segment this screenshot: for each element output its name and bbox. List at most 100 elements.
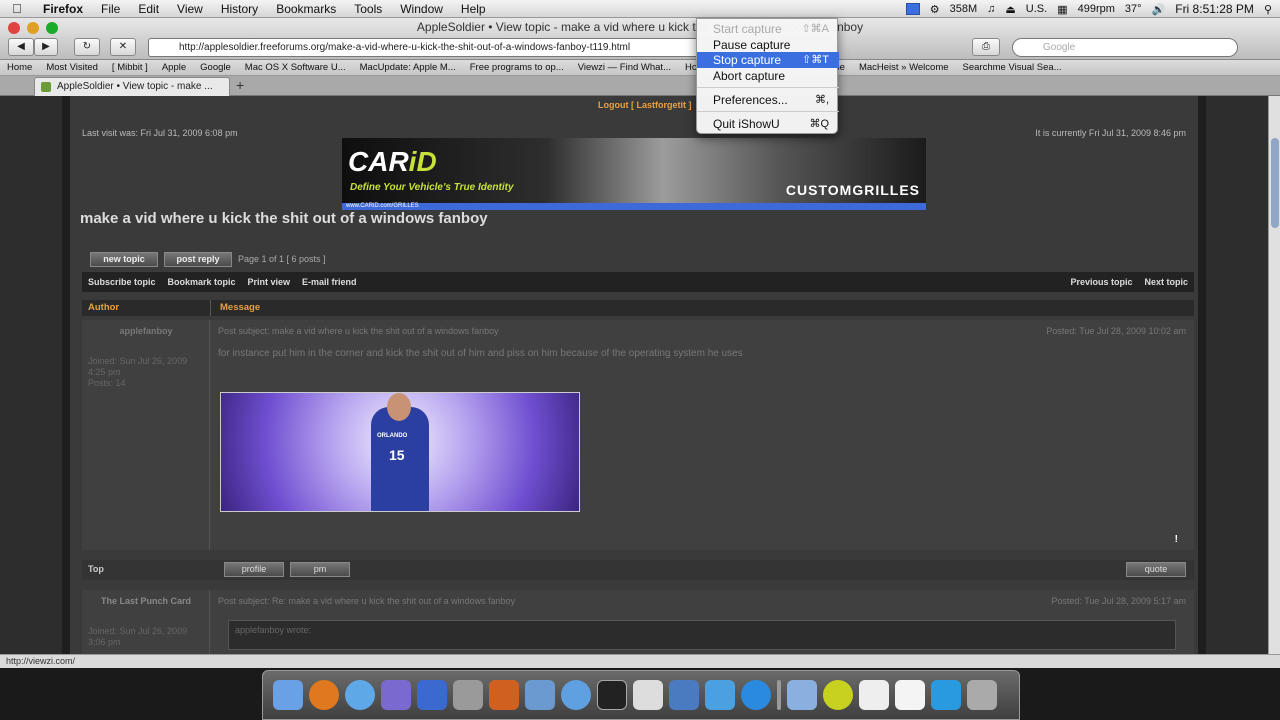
gear-icon[interactable]: ⚙	[930, 3, 940, 16]
reload-button[interactable]: ↻	[74, 38, 100, 56]
logout-link[interactable]: Logout [ Lastforgetit ]	[598, 100, 691, 110]
garageband-icon[interactable]	[489, 680, 519, 710]
menu-edit[interactable]: Edit	[129, 2, 168, 16]
post-author[interactable]: The Last Punch Card	[82, 596, 210, 606]
bookmark-macheist[interactable]: MacHeist » Welcome	[852, 62, 956, 73]
headphones-icon[interactable]: ♫	[987, 3, 995, 15]
post-reply-button[interactable]: post reply	[164, 252, 232, 267]
terminal-icon[interactable]	[597, 680, 627, 710]
vertical-scrollbar[interactable]	[1268, 96, 1280, 654]
chat-icon[interactable]	[823, 680, 853, 710]
back-button[interactable]: ◀	[8, 38, 34, 56]
author-column-header: Author	[88, 302, 120, 313]
ishowu-menu: Start capture ⇧⌘A Pause capture Stop capt…	[696, 18, 839, 134]
preview-icon[interactable]	[633, 680, 663, 710]
trash-icon[interactable]	[967, 680, 997, 710]
abort-capture-item[interactable]: Abort capture	[697, 68, 839, 84]
safari-icon[interactable]	[345, 680, 375, 710]
bookmark-topic-link[interactable]: Bookmark topic	[162, 277, 242, 287]
menu-help[interactable]: Help	[452, 2, 495, 16]
post-subject: Post subject: make a vid where u kick th…	[218, 326, 499, 336]
spotlight-icon[interactable]: ⚲	[1264, 3, 1272, 16]
downloads-icon[interactable]	[705, 680, 735, 710]
joined-date: Joined: Sun Jul 26, 2009 4:25 pm	[88, 356, 188, 377]
previous-topic-link[interactable]: Previous topic	[1064, 277, 1138, 287]
browser-status-bar: http://viewzi.com/	[0, 654, 1280, 668]
imovie-icon[interactable]	[417, 680, 447, 710]
input-region[interactable]: U.S.	[1026, 3, 1047, 15]
new-tab-icon[interactable]: +	[236, 77, 244, 93]
bookmark-mibbit[interactable]: [ Mibbit ]	[105, 62, 155, 73]
menu-clock[interactable]: Fri 8:51:28 PM	[1175, 2, 1254, 16]
menu-window[interactable]: Window	[391, 2, 452, 16]
finder-icon[interactable]	[273, 680, 303, 710]
file-icon[interactable]	[859, 680, 889, 710]
firefox-icon[interactable]	[309, 680, 339, 710]
pause-capture-item[interactable]: Pause capture	[697, 37, 839, 53]
bookmark-home[interactable]: Home	[0, 62, 39, 73]
bookmark-google[interactable]: Google	[193, 62, 238, 73]
pm-button[interactable]: pm	[290, 562, 350, 577]
ishowu-menu-icon[interactable]	[905, 3, 920, 15]
temperature[interactable]: 37°	[1125, 3, 1142, 15]
print-button[interactable]: ⎙	[972, 38, 1000, 56]
scroll-thumb[interactable]	[1271, 138, 1279, 228]
report-post-icon[interactable]: !	[1175, 534, 1178, 545]
stop-capture-item[interactable]: Stop capture ⇧⌘T	[697, 52, 839, 68]
fan-speed[interactable]: 499rpm	[1078, 3, 1115, 15]
post-count: Posts: 14	[88, 378, 126, 388]
forward-button[interactable]: ▶	[34, 38, 58, 56]
search-input[interactable]: Google	[1012, 38, 1238, 57]
url-bar[interactable]: http://applesoldier.freeforums.org/make-…	[148, 38, 704, 57]
profile-button[interactable]: profile	[224, 562, 284, 577]
menu-view[interactable]: View	[168, 2, 212, 16]
ad-banner[interactable]: CARiD Define Your Vehicle's True Identit…	[342, 138, 926, 210]
quit-ishowu-item[interactable]: Quit iShowU ⌘Q	[697, 116, 839, 132]
bookmark-macupdate[interactable]: MacUpdate: Apple M...	[353, 62, 463, 73]
document-icon[interactable]	[895, 680, 925, 710]
subscribe-topic-link[interactable]: Subscribe topic	[82, 277, 162, 287]
folder-icon[interactable]	[525, 680, 555, 710]
bookmark-searchme[interactable]: Searchme Visual Sea...	[956, 62, 1069, 73]
preferences-item[interactable]: Preferences... ⌘,	[697, 92, 839, 108]
quicktime-icon[interactable]	[741, 680, 771, 710]
post-date: Posted: Tue Jul 28, 2009 10:02 am	[1046, 326, 1186, 336]
topic-title[interactable]: make a vid where u kick the shit out of …	[80, 210, 488, 227]
start-capture-item[interactable]: Start capture ⇧⌘A	[697, 21, 839, 37]
apple-menu-icon[interactable]: 	[0, 1, 34, 16]
menu-bar:  Firefox File Edit View History Bookmar…	[0, 0, 1280, 18]
bookmark-mac-os-x-software[interactable]: Mac OS X Software U...	[238, 62, 353, 73]
next-topic-link[interactable]: Next topic	[1138, 277, 1194, 287]
top-link[interactable]: Top	[88, 564, 104, 574]
bookmark-viewzi[interactable]: Viewzi — Find What...	[571, 62, 678, 73]
documents-icon[interactable]	[787, 680, 817, 710]
post-author[interactable]: applefanboy	[82, 326, 210, 336]
new-topic-button[interactable]: new topic	[90, 252, 158, 267]
tab-applesoldier[interactable]: AppleSoldier • View topic - make ...	[34, 77, 230, 96]
stop-button[interactable]: ✕	[110, 38, 136, 56]
battery-icon[interactable]: ▦	[1057, 3, 1067, 16]
bookmark-free-programs[interactable]: Free programs to op...	[463, 62, 571, 73]
menu-bookmarks[interactable]: Bookmarks	[267, 2, 345, 16]
menu-file[interactable]: File	[92, 2, 129, 16]
bookmark-most-visited[interactable]: Most Visited	[39, 62, 105, 73]
textedit-icon[interactable]	[381, 680, 411, 710]
screen-icon[interactable]	[669, 680, 699, 710]
menu-history[interactable]: History	[212, 2, 267, 16]
menu-firefox[interactable]: Firefox	[34, 2, 92, 16]
post-author-meta: Joined: Sun Jul 26, 2009 3:06 pm	[88, 626, 204, 648]
eject-icon[interactable]: ⏏	[1005, 3, 1015, 16]
window-title: AppleSoldier • View topic - make a vid w…	[416, 20, 864, 34]
volume-icon[interactable]: 🔊	[1152, 3, 1166, 16]
menu-tools[interactable]: Tools	[345, 2, 391, 16]
quote-button[interactable]: quote	[1126, 562, 1186, 577]
itunes-icon[interactable]	[561, 680, 591, 710]
pagination: Page 1 of 1 [ 6 posts ]	[238, 254, 326, 264]
memory-status[interactable]: 358M	[950, 3, 978, 15]
mail-icon[interactable]	[931, 680, 961, 710]
banner-logo: CARiD	[348, 146, 437, 177]
bookmark-apple[interactable]: Apple	[155, 62, 193, 73]
print-view-link[interactable]: Print view	[242, 277, 297, 287]
email-friend-link[interactable]: E-mail friend	[296, 277, 363, 287]
utility-icon[interactable]	[453, 680, 483, 710]
